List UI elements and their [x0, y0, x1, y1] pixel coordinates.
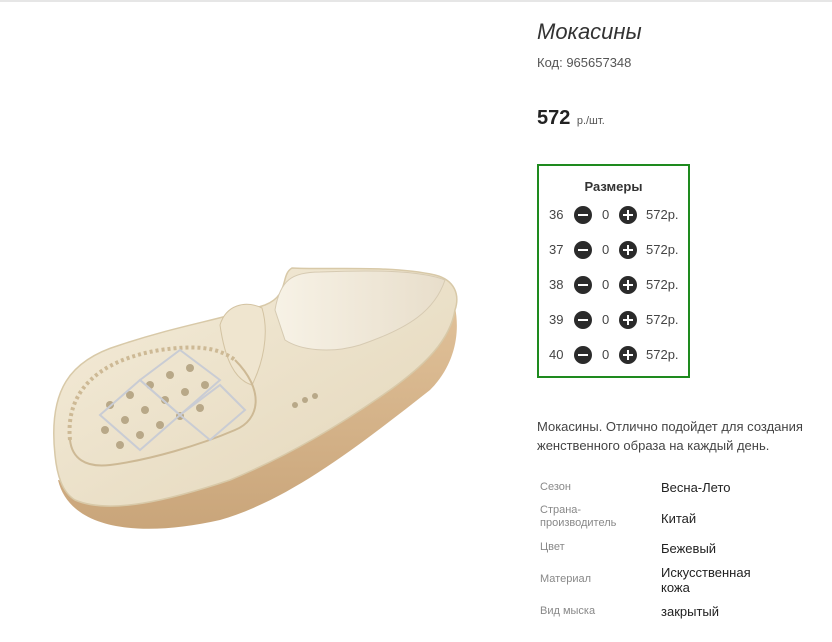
size-row: 37 0 572р. [539, 240, 688, 260]
attribute-value: закрытый [661, 604, 720, 619]
attribute-key: Вид мыска [540, 605, 596, 617]
size-number: 39 [549, 312, 564, 327]
size-price: 572р. [646, 242, 679, 257]
product-price: 572 р./шт. [537, 107, 605, 130]
product-image[interactable] [30, 60, 490, 580]
plus-icon[interactable] [619, 346, 637, 364]
top-divider [0, 0, 832, 2]
attribute-value: Весна-Лето [661, 480, 731, 495]
size-row: 40 0 572р. [539, 345, 688, 365]
attribute-key: Сезон [540, 481, 571, 493]
attribute-key: Страна-производитель [540, 504, 617, 529]
minus-icon[interactable] [574, 276, 592, 294]
minus-icon[interactable] [574, 241, 592, 259]
product-description: Мокасины. Отлично подойдет для создания … [537, 419, 803, 453]
size-price: 572р. [646, 347, 679, 362]
size-price: 572р. [646, 207, 679, 222]
minus-icon[interactable] [574, 311, 592, 329]
price-value: 572 [537, 107, 571, 129]
plus-icon[interactable] [619, 241, 637, 259]
product-title: Мокасины [537, 19, 642, 44]
size-quantity: 0 [602, 277, 610, 292]
attribute-key: Материал [540, 573, 591, 585]
plus-icon[interactable] [619, 206, 637, 224]
size-number: 38 [549, 277, 564, 292]
size-row: 36 0 572р. [539, 205, 688, 225]
size-number: 37 [549, 242, 564, 257]
size-number: 36 [549, 207, 564, 222]
plus-icon[interactable] [619, 276, 637, 294]
size-price: 572р. [646, 312, 679, 327]
sizes-panel: Размеры 36 0 572р. 37 0 572р. 38 0 572р.… [537, 164, 690, 378]
size-quantity: 0 [602, 312, 610, 327]
sizes-title: Размеры [584, 179, 643, 194]
attribute-value: Китай [661, 511, 697, 526]
minus-icon[interactable] [574, 346, 592, 364]
product-code: Код: 965657348 [537, 55, 632, 70]
size-row: 38 0 572р. [539, 275, 688, 295]
size-quantity: 0 [602, 242, 610, 257]
minus-icon[interactable] [574, 206, 592, 224]
size-quantity: 0 [602, 347, 610, 362]
plus-icon[interactable] [619, 311, 637, 329]
size-row: 39 0 572р. [539, 310, 688, 330]
attribute-key: Цвет [540, 541, 565, 553]
size-quantity: 0 [602, 207, 610, 222]
size-number: 40 [549, 347, 564, 362]
price-unit: р./шт. [576, 115, 605, 127]
attribute-value: Искусственная кожа [661, 565, 751, 595]
attribute-value: Бежевый [661, 541, 717, 556]
size-price: 572р. [646, 277, 679, 292]
